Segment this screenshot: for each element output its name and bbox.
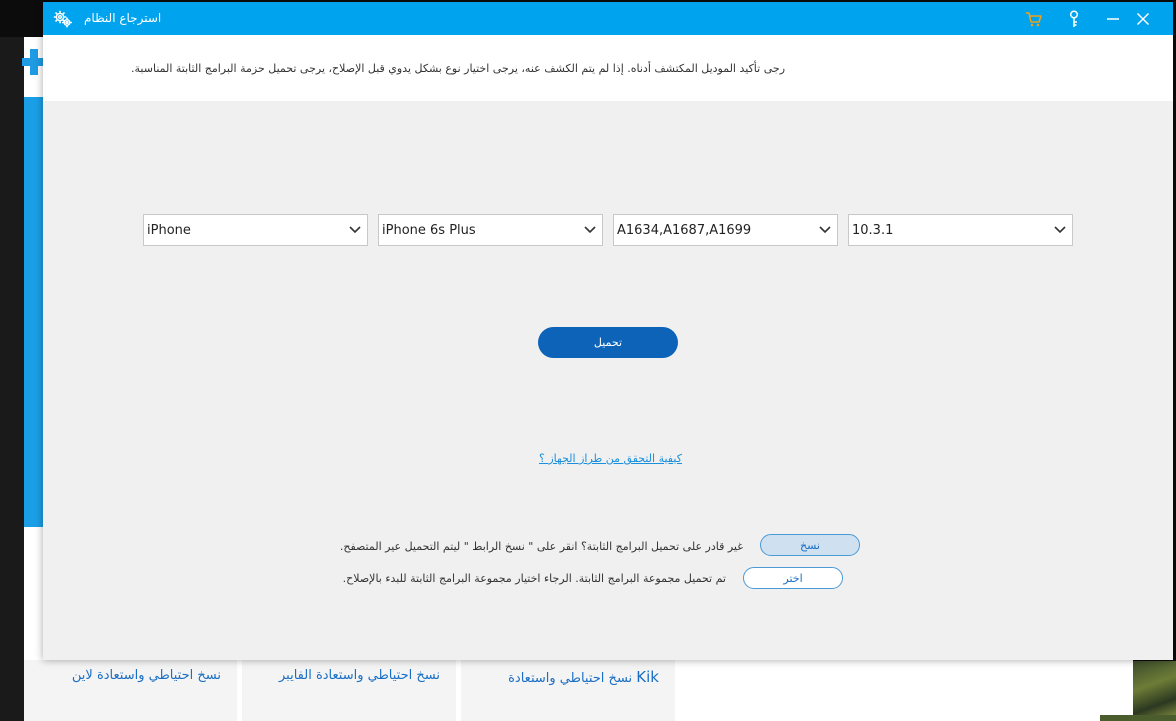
chevron-down-icon	[1054, 226, 1066, 234]
feature-card-viber[interactable]: نسخ احتياطي واستعادة الفايبر	[242, 660, 456, 721]
register-key-button[interactable]	[1063, 8, 1085, 30]
ios-version-select[interactable]: 10.3.1	[848, 214, 1073, 246]
chevron-down-icon	[819, 226, 831, 234]
key-icon	[1069, 10, 1079, 27]
minimize-button[interactable]	[1102, 8, 1124, 30]
ios-version-value: 10.3.1	[852, 223, 894, 238]
close-icon	[1136, 12, 1150, 26]
background-sidebar-panel	[24, 97, 44, 527]
cart-icon	[1026, 12, 1042, 27]
dialog-titlebar[interactable]: استرجاع النظام	[43, 2, 1173, 35]
desktop-wallpaper	[1133, 661, 1176, 721]
system-recovery-dialog: استرجاع النظام رجى تأكيد الموديل المكتشف…	[43, 2, 1173, 660]
dialog-title: استرجاع النظام	[84, 11, 162, 25]
download-button[interactable]: تحميل	[538, 327, 678, 358]
firmware-downloaded-message: تم تحميل مجموعة البرامج الثابتة. الرجاء …	[342, 572, 726, 585]
feature-card-kik[interactable]: نسخ احتياطي واستعادة Kik	[461, 660, 675, 721]
gear-cluster-icon	[53, 10, 73, 28]
cannot-download-message: غير قادر على تحميل البرامج الثابتة؟ انقر…	[339, 540, 743, 553]
chevron-down-icon	[349, 226, 361, 234]
model-number-value: A1634,A1687,A1699	[617, 223, 752, 238]
notice-text: رجى تأكيد الموديل المكتشف أدناه. إذا لم …	[131, 62, 785, 75]
feature-card-label: نسخ احتياطي واستعادة Kik	[508, 668, 659, 686]
device-model-select[interactable]: iPhone 6s Plus	[378, 214, 603, 246]
feature-card-label: نسخ احتياطي واستعادة لاين	[71, 668, 221, 683]
choose-firmware-button[interactable]: اختر	[743, 567, 843, 589]
model-number-select[interactable]: A1634,A1687,A1699	[613, 214, 838, 246]
feature-card-label-ar: نسخ احتياطي واستعادة	[508, 671, 633, 686]
feature-card-line[interactable]: نسخ احتياطي واستعادة لاين	[24, 660, 237, 721]
device-model-value: iPhone 6s Plus	[382, 223, 476, 238]
feature-card-label-en: Kik	[636, 668, 659, 686]
device-type-value: iPhone	[147, 223, 191, 238]
feature-card-label: نسخ احتياطي واستعادة الفايبر	[278, 668, 440, 683]
device-type-select[interactable]: iPhone	[143, 214, 368, 246]
chevron-down-icon	[584, 226, 596, 234]
how-to-check-model-link[interactable]: كيفية التحقق من طراز الجهاز ؟	[539, 452, 682, 465]
minimize-icon	[1107, 18, 1119, 20]
app-logo-icon	[22, 49, 44, 75]
background-feature-cards: نسخ احتياطي واستعادة لاين نسخ احتياطي وا…	[24, 660, 675, 721]
close-button[interactable]	[1132, 8, 1154, 30]
background-left-edge	[0, 37, 24, 721]
desktop-wallpaper-strip	[1100, 715, 1176, 721]
copy-link-button[interactable]: نسخ	[760, 534, 860, 556]
cart-button[interactable]	[1023, 8, 1045, 30]
notice-panel: رجى تأكيد الموديل المكتشف أدناه. إذا لم …	[43, 35, 1173, 101]
